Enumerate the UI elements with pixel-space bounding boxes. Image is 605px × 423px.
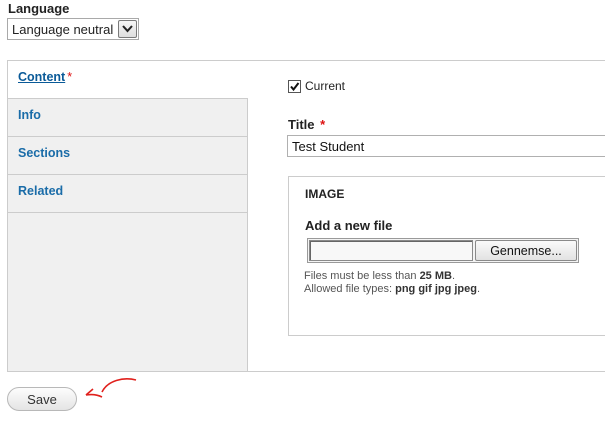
file-path-field[interactable]	[309, 240, 473, 261]
current-checkbox-label[interactable]: Current	[305, 79, 345, 93]
title-required-marker: *	[320, 117, 326, 132]
file-help-text: Files must be less than 25 MB. Allowed f…	[304, 270, 480, 296]
image-legend: IMAGE	[305, 187, 345, 201]
vertical-tab-related-label[interactable]: Related	[18, 184, 63, 198]
vertical-tab-info-label[interactable]: Info	[18, 108, 41, 122]
file-types-help: Allowed file types: png gif jpg jpeg.	[304, 283, 481, 295]
vertical-tabs-list: Content * Info Sections Related	[8, 61, 248, 371]
image-fieldset: IMAGE Add a new file Gennemse... Files m…	[288, 176, 605, 336]
current-checkbox-row[interactable]: Current	[288, 79, 345, 93]
chevron-down-icon[interactable]	[118, 20, 137, 38]
current-checkbox[interactable]	[288, 79, 301, 93]
vertical-tab-sections[interactable]: Sections	[8, 137, 247, 175]
title-label-text: Title	[288, 117, 315, 132]
language-selected-value: Language neutral	[12, 21, 114, 37]
checkmark-icon	[290, 81, 300, 91]
browse-button[interactable]: Gennemse...	[475, 240, 577, 261]
language-label: Language	[8, 1, 70, 16]
vertical-tab-related[interactable]: Related	[8, 175, 247, 213]
file-upload-widget[interactable]: Gennemse...	[307, 238, 579, 263]
annotation-arrow-icon	[85, 378, 137, 398]
vertical-tab-info[interactable]: Info	[8, 99, 247, 137]
file-size-help: Files must be less than 25 MB.	[304, 270, 456, 282]
language-select[interactable]: Language neutral	[7, 18, 139, 40]
save-button[interactable]: Save	[7, 387, 77, 411]
add-file-label: Add a new file	[305, 218, 393, 233]
title-input[interactable]: Test Student	[287, 135, 605, 157]
required-marker: *	[67, 70, 73, 84]
vertical-tab-content-label[interactable]: Content	[18, 70, 65, 84]
vertical-tab-content[interactable]: Content *	[8, 61, 248, 99]
title-label: Title *	[288, 117, 325, 132]
vertical-tab-sections-label[interactable]: Sections	[18, 146, 70, 160]
